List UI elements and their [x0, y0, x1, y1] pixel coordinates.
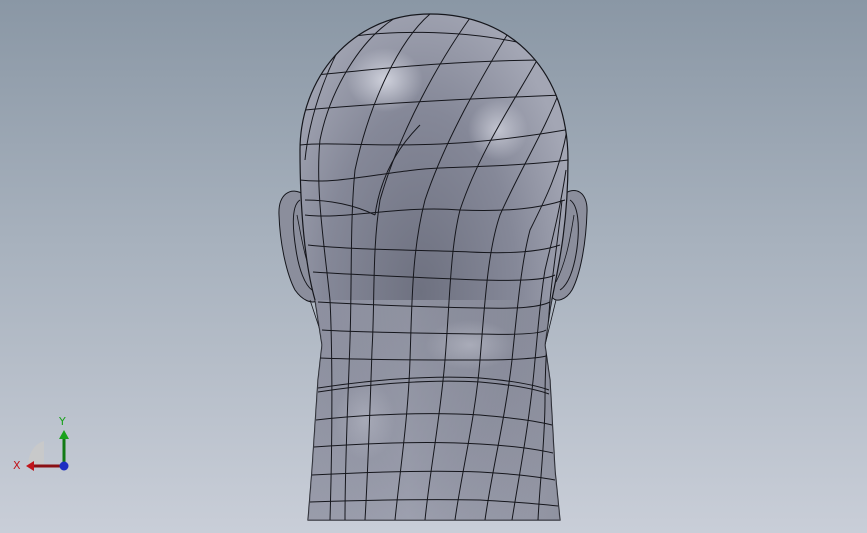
coordinate-triad: X Y	[13, 415, 69, 472]
head-model[interactable]	[0, 0, 867, 533]
y-axis-label: Y	[58, 415, 66, 428]
graphics-viewport[interactable]: X Y	[0, 0, 867, 533]
z-axis-dot	[59, 461, 69, 471]
head-surface	[299, 13, 569, 521]
y-axis-arrowhead	[59, 430, 69, 439]
x-axis-label: X	[13, 459, 21, 472]
triad-plane	[28, 441, 44, 466]
